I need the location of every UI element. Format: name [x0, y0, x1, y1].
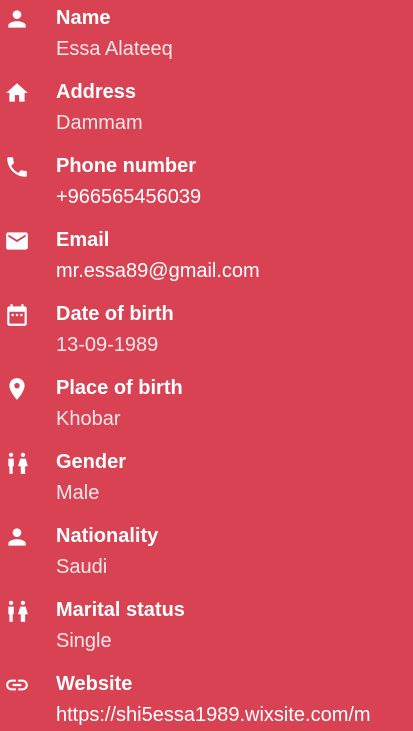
date-of-birth-label: Date of birth: [56, 303, 174, 325]
profile-item-nationality: Nationality Saudi: [0, 518, 413, 592]
phone-icon: [4, 154, 30, 180]
people-icon: [4, 598, 30, 624]
marital-status-value: Single: [56, 630, 112, 652]
profile-item-address: Address Dammam: [0, 74, 413, 148]
address-value: Dammam: [56, 112, 143, 134]
gender-value: Male: [56, 482, 100, 504]
profile-item-gender: Gender Male: [0, 444, 413, 518]
email-label: Email: [56, 229, 110, 251]
gender-label: Gender: [56, 451, 127, 473]
profile-item-place-of-birth: Place of birth Khobar: [0, 370, 413, 444]
profile-item-date-of-birth: Date of birth 13-09-1989: [0, 296, 413, 370]
email-value[interactable]: mr.essa89@gmail.com: [56, 258, 260, 284]
location-pin-icon: [4, 376, 30, 402]
calendar-icon: [4, 302, 30, 328]
email-icon: [4, 228, 30, 254]
marital-status-label: Marital status: [56, 599, 185, 621]
website-label: Website: [56, 673, 133, 695]
place-of-birth-label: Place of birth: [56, 377, 183, 399]
phone-value[interactable]: +966565456039: [56, 184, 201, 210]
profile-item-email: Email mr.essa89@gmail.com: [0, 222, 413, 296]
link-icon: [4, 672, 30, 698]
profile-item-marital-status: Marital status Single: [0, 592, 413, 666]
phone-label: Phone number: [56, 155, 197, 177]
profile-item-website: Website https://shi5essa1989.wixsite.com…: [0, 666, 413, 731]
person-icon: [4, 6, 30, 32]
profile-item-name: Name Essa Alateeq: [0, 0, 413, 74]
nationality-value: Saudi: [56, 556, 108, 578]
people-icon: [4, 450, 30, 476]
website-link[interactable]: https://shi5essa1989.wixsite.com/m: [56, 702, 413, 728]
name-label: Name: [56, 7, 111, 29]
profile-item-phone: Phone number +966565456039: [0, 148, 413, 222]
address-label: Address: [56, 81, 137, 103]
date-of-birth-value: 13-09-1989: [56, 334, 159, 356]
place-of-birth-value: Khobar: [56, 408, 121, 430]
nationality-label: Nationality: [56, 525, 159, 547]
person-icon: [4, 524, 30, 550]
name-value: Essa Alateeq: [56, 38, 173, 60]
home-icon: [4, 80, 30, 106]
